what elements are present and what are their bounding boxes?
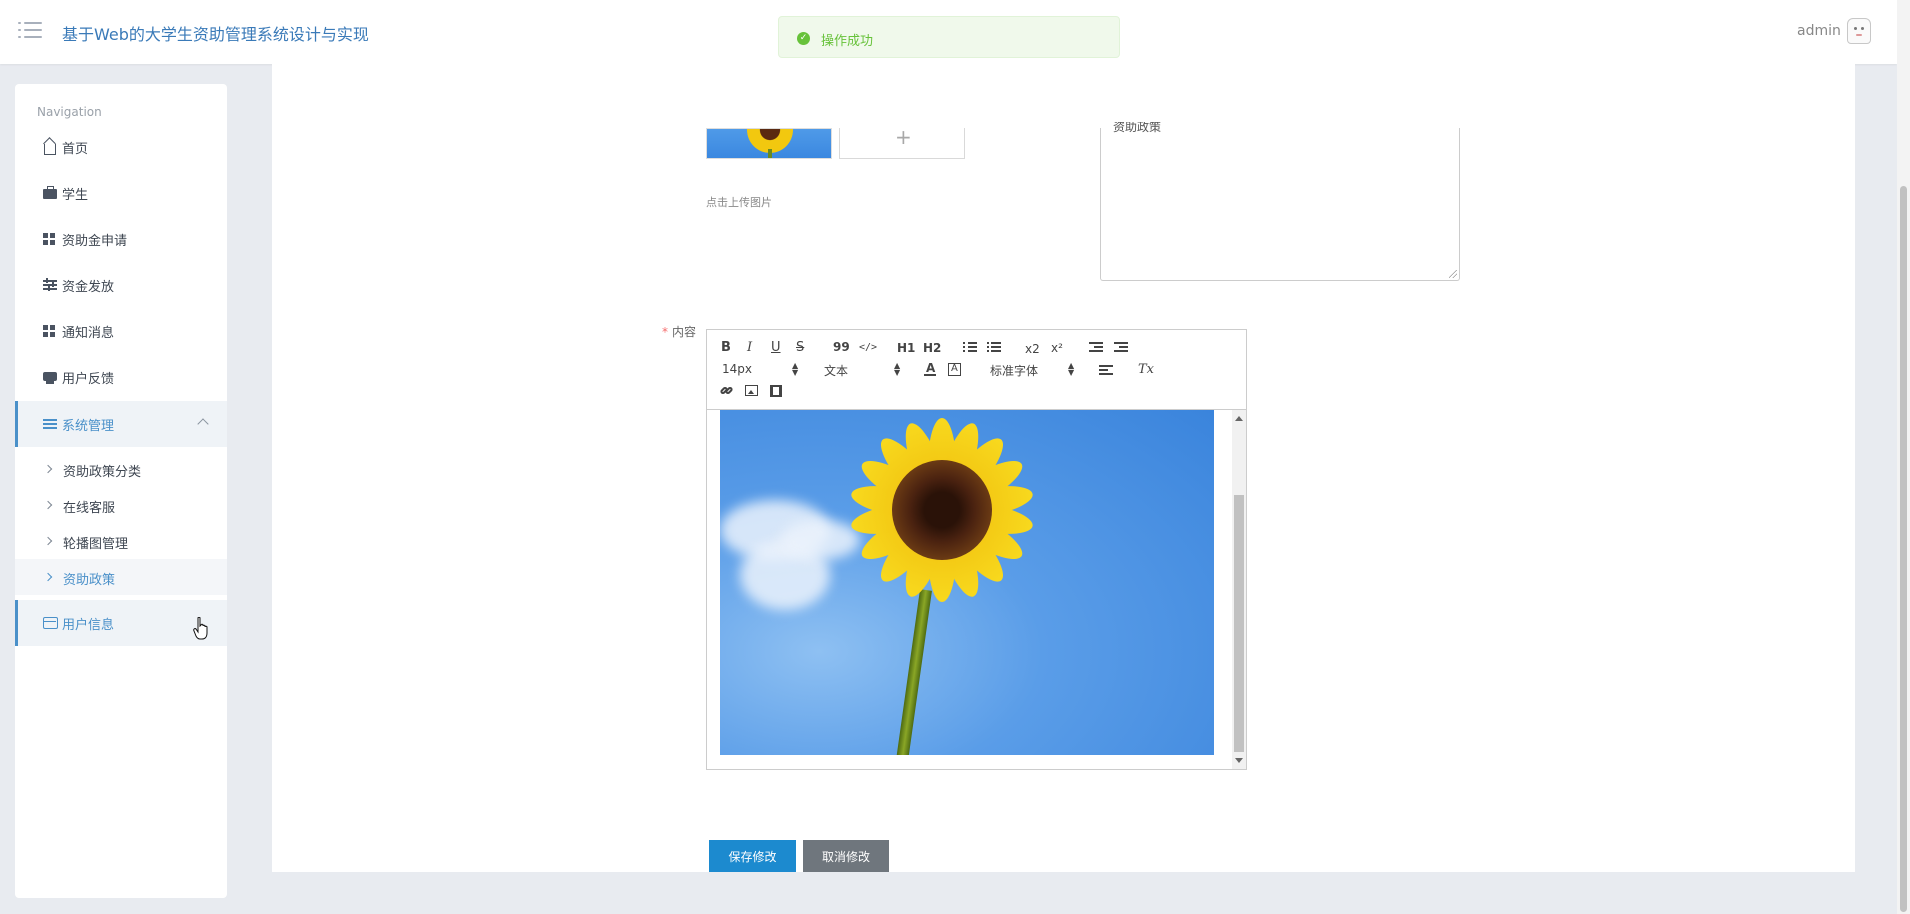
check-circle-icon: ✓ (797, 32, 810, 45)
page-scrollbar[interactable] (1897, 0, 1910, 914)
chevron-right-icon (43, 536, 53, 546)
main-panel: + 点击上传图片 资助政策 * 内容 B I U S 99 </> H1 H2 (272, 64, 1855, 872)
upload-hint: 点击上传图片 (706, 196, 772, 209)
textarea-value: 资助政策 (1113, 122, 1162, 134)
sidebar-subitem-label: 在线客服 (63, 501, 116, 516)
sidebar-item-label: 用户反馈 (62, 372, 115, 387)
save-button[interactable]: 保存修改 (709, 840, 796, 872)
sidebar-item-label: 首页 (62, 142, 89, 157)
content-label: * 内容 (662, 323, 696, 340)
list-icon (43, 417, 57, 431)
video-icon[interactable] (770, 385, 782, 397)
sidebar-subitem-carousel[interactable]: 轮播图管理 (15, 523, 227, 559)
header-style-value: 文本 (824, 364, 849, 378)
card-icon (43, 616, 58, 630)
cancel-button[interactable]: 取消修改 (803, 840, 889, 872)
sidebar-item-label: 用户信息 (62, 618, 115, 633)
hand-cursor-icon (193, 617, 208, 640)
sidebar-item-system-management[interactable]: 系统管理 (15, 401, 227, 447)
chevron-right-icon (43, 464, 53, 474)
h2-button[interactable]: H2 (923, 341, 941, 355)
toast-message: 操作成功 (821, 34, 874, 49)
underline-button[interactable]: U (771, 341, 781, 355)
sidebar-item-label: 学生 (62, 188, 89, 203)
grid-icon (43, 232, 57, 246)
sunflower-image (720, 410, 1214, 755)
text-color-icon[interactable]: A (924, 361, 936, 376)
sidebar-subitem-policy[interactable]: 资助政策 (15, 559, 227, 595)
header-style-picker[interactable]: 文本 ▲ ▼ (824, 362, 900, 379)
avatar[interactable] (1847, 18, 1871, 44)
image-icon[interactable] (745, 385, 758, 396)
select-arrows-icon: ▲ ▼ (792, 361, 799, 377)
font-size-value: 14px (722, 362, 752, 376)
editor-scrollbar-thumb[interactable] (1234, 495, 1244, 752)
grid-icon (43, 324, 57, 338)
sidebar-subitem-online-service[interactable]: 在线客服 (15, 487, 227, 523)
scroll-down-arrow-icon[interactable] (1235, 758, 1243, 763)
rich-text-editor[interactable]: B I U S 99 </> H1 H2 x2 x² 14px ▲ ▼ 文本 ▲… (706, 329, 1247, 770)
sidebar-item-fund-distribution[interactable]: 资金发放 (15, 262, 227, 308)
sidebar-item-notifications[interactable]: 通知消息 (15, 308, 227, 354)
editor-toolbar: B I U S 99 </> H1 H2 x2 x² 14px ▲ ▼ 文本 ▲… (707, 330, 1246, 410)
select-arrows-icon: ▲ ▼ (894, 361, 901, 377)
resize-grip-icon[interactable] (1449, 270, 1457, 278)
indent-icon[interactable] (1114, 341, 1128, 353)
blockquote-button[interactable]: 99 (833, 340, 850, 354)
select-arrows-icon: ▲ ▼ (1068, 361, 1075, 377)
font-size-picker[interactable]: 14px ▲ ▼ (722, 361, 799, 377)
font-family-value: 标准字体 (990, 364, 1039, 378)
ordered-list-icon[interactable] (963, 341, 977, 353)
outdent-icon[interactable] (1089, 341, 1103, 353)
description-textarea[interactable]: 资助政策 (1100, 122, 1460, 281)
sidebar-item-label: 资金发放 (62, 280, 115, 295)
sidebar-item-label: 通知消息 (62, 326, 115, 341)
font-family-picker[interactable]: 标准字体 ▲ ▼ (990, 362, 1074, 379)
superscript-button[interactable]: x² (1051, 341, 1063, 355)
sidebar-item-feedback[interactable]: 用户反馈 (15, 354, 227, 400)
content-label-text: 内容 (672, 325, 697, 339)
sidebar-subitem-label: 资助政策 (63, 573, 116, 588)
background-color-icon[interactable]: A (948, 363, 961, 376)
sidebar-item-home[interactable]: 首页 (15, 124, 227, 170)
sidebar-item-label: 系统管理 (62, 419, 115, 434)
italic-button[interactable]: I (747, 341, 752, 355)
upload-button[interactable]: + (839, 125, 965, 159)
h1-button[interactable]: H1 (897, 341, 915, 355)
code-block-button[interactable]: </> (859, 341, 877, 355)
briefcase-icon (43, 186, 57, 200)
strike-button[interactable]: S (796, 341, 804, 355)
sidebar-item-aid-application[interactable]: 资助金申请 (15, 216, 227, 262)
user-name[interactable]: admin (1797, 23, 1841, 39)
success-toast: ✓ 操作成功 (778, 16, 1120, 58)
chevron-up-icon (197, 418, 209, 430)
sliders-icon (43, 278, 57, 292)
bullet-list-icon[interactable] (987, 341, 1001, 353)
sidebar-item-students[interactable]: 学生 (15, 170, 227, 216)
editor-content[interactable] (707, 410, 1246, 769)
sidebar-subitem-policy-category[interactable]: 资助政策分类 (15, 451, 227, 487)
scroll-up-arrow-icon[interactable] (1235, 416, 1243, 421)
clear-format-button[interactable]: Tx (1138, 363, 1154, 377)
required-mark: * (662, 325, 668, 339)
plus-icon: + (895, 125, 912, 149)
bold-button[interactable]: B (721, 341, 731, 355)
printer-icon (43, 370, 57, 384)
sidebar-subitem-label: 轮播图管理 (63, 537, 129, 552)
chevron-right-icon (43, 500, 53, 510)
app-title: 基于Web的大学生资助管理系统设计与实现 (62, 25, 369, 44)
page-scrollbar-thumb[interactable] (1900, 186, 1907, 912)
chevron-right-icon (43, 572, 53, 582)
uploaded-image-thumbnail[interactable] (706, 128, 832, 159)
home-icon (43, 140, 57, 155)
menu-toggle-icon[interactable] (18, 20, 42, 40)
sidebar-item-label: 资助金申请 (62, 234, 128, 249)
link-icon[interactable] (719, 384, 734, 398)
align-icon[interactable] (1099, 364, 1113, 376)
sidebar-subitem-label: 资助政策分类 (63, 465, 142, 480)
editor-scrollbar[interactable] (1232, 410, 1246, 769)
subscript-button[interactable]: x2 (1025, 342, 1040, 356)
